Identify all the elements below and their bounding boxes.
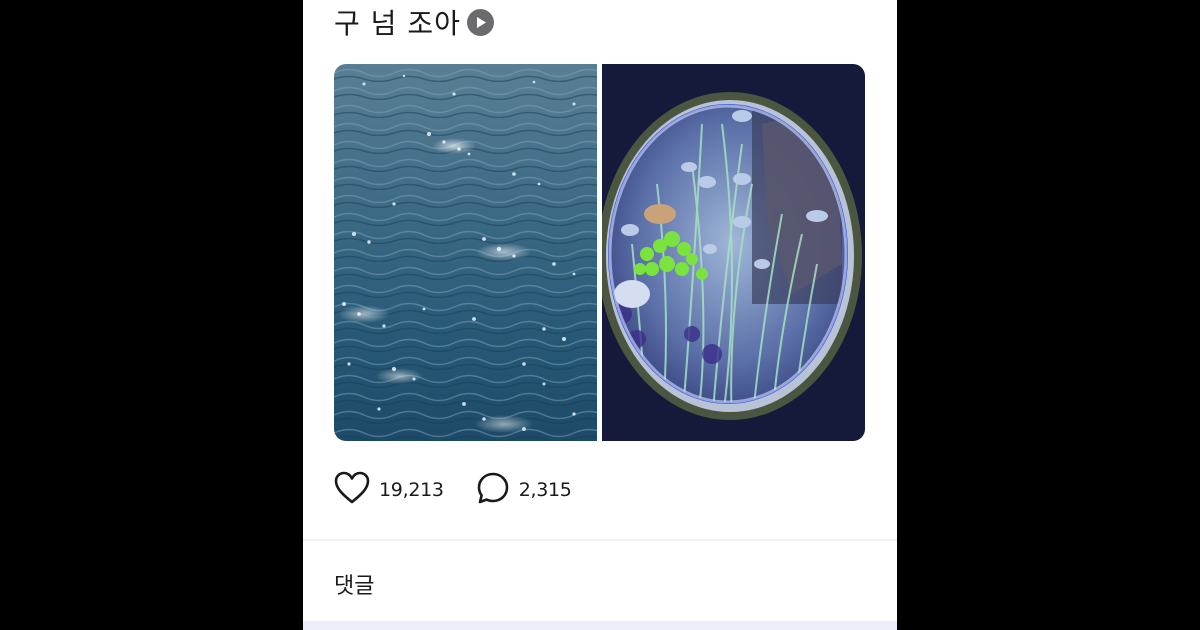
post-title: 구 넘 조아	[334, 7, 461, 40]
like-count: 19,213	[379, 479, 444, 501]
post-media	[334, 64, 865, 441]
post-panel: 구 넘 조아 19,213 2,315 댓글	[303, 0, 897, 630]
comment-input-strip[interactable]	[303, 621, 897, 630]
heart-outline-icon	[334, 471, 370, 509]
post-actions: 19,213 2,315	[334, 470, 604, 510]
section-divider	[303, 539, 897, 541]
comment-button[interactable]: 2,315	[476, 471, 572, 509]
speech-bubble-icon	[476, 471, 510, 509]
post-title-row: 구 넘 조아	[334, 2, 494, 42]
like-button[interactable]: 19,213	[334, 471, 444, 509]
comment-count: 2,315	[518, 479, 572, 501]
sea-photo[interactable]	[334, 64, 597, 441]
play-icon[interactable]	[466, 8, 494, 36]
comments-heading: 댓글	[334, 574, 375, 599]
aquarium-photo[interactable]	[602, 64, 865, 441]
